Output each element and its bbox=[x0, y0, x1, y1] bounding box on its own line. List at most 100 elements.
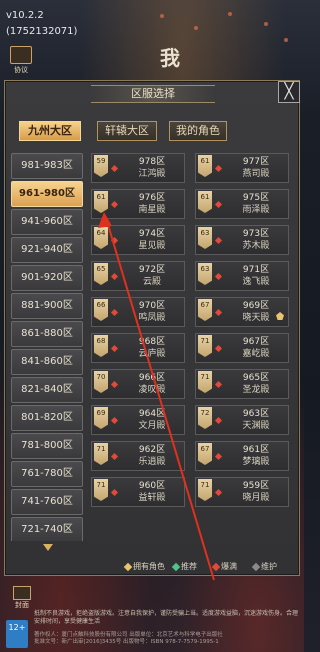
server-zone: 978区 bbox=[138, 157, 166, 167]
server-name: 益轩殿 bbox=[138, 493, 166, 503]
tab-xuanyuan-region[interactable]: 轩辕大区 bbox=[97, 121, 157, 141]
server-card[interactable]: 61 975区 雨泽殿 bbox=[195, 189, 289, 219]
legend-full: 爆满 bbox=[211, 561, 237, 572]
server-card[interactable]: 64 974区 星见殿 bbox=[91, 225, 185, 255]
server-card[interactable]: 61 977区 燕司殿 bbox=[195, 153, 289, 183]
zone-range-item[interactable]: 741-760区 bbox=[11, 489, 83, 515]
server-level-badge: 61 bbox=[94, 191, 108, 213]
legend: 拥有角色 推荐 爆满 维护 bbox=[123, 561, 295, 573]
full-status-icon bbox=[214, 452, 223, 461]
zone-range-item[interactable]: 901-920区 bbox=[11, 265, 83, 291]
full-icon bbox=[211, 562, 221, 571]
server-name: 云庐殿 bbox=[138, 349, 166, 359]
server-card[interactable]: 61 976区 南星殿 bbox=[91, 189, 185, 219]
server-name: 云殿 bbox=[142, 277, 161, 287]
server-level-badge: 61 bbox=[198, 155, 212, 177]
server-name: 苏木殿 bbox=[242, 241, 270, 251]
zone-range-item[interactable]: 781-800区 bbox=[11, 433, 83, 459]
zone-range-list[interactable]: 981-983区 961-980区 941-960区 921-940区 901-920区… bbox=[11, 153, 85, 541]
server-card[interactable]: 59 978区 江鸿殿 bbox=[91, 153, 185, 183]
server-level-badge: 71 bbox=[198, 335, 212, 357]
agreement-button[interactable]: 协议 bbox=[8, 46, 34, 74]
zone-range-item[interactable]: 861-880区 bbox=[11, 321, 83, 347]
zone-range-item[interactable]: 721-740区 bbox=[11, 517, 83, 541]
full-status-icon bbox=[214, 236, 223, 245]
tab-jiuzhou-region[interactable]: 九州大区 bbox=[19, 121, 81, 141]
server-card[interactable]: 71 965区 圣龙殿 bbox=[195, 369, 289, 399]
zone-range-item[interactable]: 821-840区 bbox=[11, 377, 83, 403]
full-status-icon bbox=[110, 344, 119, 353]
server-select-dialog: 区服选择 ╳ 九州大区 轩辕大区 我的角色 981-983区 961-980区 94… bbox=[4, 80, 300, 576]
zone-range-item[interactable]: 841-860区 bbox=[11, 349, 83, 375]
server-level-badge: 71 bbox=[94, 443, 108, 465]
server-name: 江鸿殿 bbox=[138, 169, 166, 179]
full-status-icon bbox=[110, 164, 119, 173]
server-card[interactable]: 68 968区 云庐殿 bbox=[91, 333, 185, 363]
server-card[interactable]: 65 972区 云殿 bbox=[91, 261, 185, 291]
full-status-icon bbox=[214, 416, 223, 425]
close-button[interactable]: ╳ bbox=[278, 81, 300, 103]
publisher-line: 著作权人：厦门点触科技股份有限公司 出版单位：北京艺术与科学电子出版社 bbox=[34, 632, 223, 638]
server-zone: 974区 bbox=[138, 229, 166, 239]
server-card[interactable]: 71 959区 晓月殿 bbox=[195, 477, 289, 507]
zone-range-item[interactable]: 761-780区 bbox=[11, 461, 83, 487]
server-card[interactable]: 67 961区 梦璃殿 bbox=[195, 441, 289, 471]
server-card[interactable]: 63 971区 逸飞殿 bbox=[195, 261, 289, 291]
full-status-icon bbox=[214, 164, 223, 173]
zone-range-item[interactable]: 801-820区 bbox=[11, 405, 83, 431]
server-zone: 962区 bbox=[138, 445, 166, 455]
server-name: 燕司殿 bbox=[242, 169, 270, 179]
server-card[interactable]: 66 970区 鸣凤殿 bbox=[91, 297, 185, 327]
server-name: 天渊殿 bbox=[242, 421, 270, 431]
full-status-icon bbox=[110, 272, 119, 281]
book-icon bbox=[13, 586, 31, 600]
server-zone: 960区 bbox=[138, 481, 166, 491]
server-level-badge: 71 bbox=[198, 479, 212, 501]
server-zone: 970区 bbox=[138, 301, 166, 311]
zone-range-item[interactable]: 961-980区 bbox=[11, 181, 83, 207]
owned-icon bbox=[123, 562, 133, 571]
full-status-icon bbox=[110, 416, 119, 425]
server-level-badge: 66 bbox=[94, 299, 108, 321]
server-card[interactable]: 70 966区凌叹殿 bbox=[91, 369, 185, 399]
zone-range-item[interactable]: 941-960区 bbox=[11, 209, 83, 235]
full-status-icon bbox=[214, 380, 223, 389]
server-card[interactable]: 72 963区 天渊殿 bbox=[195, 405, 289, 435]
server-level-badge: 69 bbox=[94, 407, 108, 429]
server-name: 晓天殿 bbox=[242, 313, 270, 323]
server-level-badge: 71 bbox=[198, 371, 212, 393]
server-card[interactable]: 71 962区 乐逍殿 bbox=[91, 441, 185, 471]
cover-button[interactable]: 封面 bbox=[10, 586, 34, 610]
server-card[interactable]: 71 960区 益轩殿 bbox=[91, 477, 185, 507]
version-number: v10.2.2 bbox=[6, 10, 44, 21]
server-card[interactable]: 67 969区 晓天殿 bbox=[195, 297, 289, 327]
server-zone: 975区 bbox=[242, 193, 270, 203]
server-name: 星见殿 bbox=[138, 241, 166, 251]
server-card[interactable]: 63 973区 苏木殿 bbox=[195, 225, 289, 255]
full-status-icon bbox=[214, 200, 223, 209]
tab-my-characters[interactable]: 我的角色 bbox=[169, 121, 227, 141]
server-zone: 966区 bbox=[138, 373, 166, 383]
server-card[interactable]: 69 964区 文月殿 bbox=[91, 405, 185, 435]
server-name: 凌叹殿 bbox=[138, 385, 166, 395]
server-name: 晓月殿 bbox=[242, 493, 270, 503]
server-level-badge: 68 bbox=[94, 335, 108, 357]
full-status-icon bbox=[110, 236, 119, 245]
server-name: 圣龙殿 bbox=[242, 385, 270, 395]
server-zone: 963区 bbox=[242, 409, 270, 419]
scroll-down-icon[interactable] bbox=[43, 544, 53, 551]
approval-line: 批准文号：新广出审[2016]3435号 出版物号：ISBN 978-7-757… bbox=[34, 639, 219, 645]
agreement-label: 协议 bbox=[14, 66, 28, 74]
full-status-icon bbox=[110, 488, 119, 497]
server-card[interactable]: 71 967区 嘉屹殿 bbox=[195, 333, 289, 363]
zone-range-item[interactable]: 881-900区 bbox=[11, 293, 83, 319]
recommended-icon bbox=[171, 562, 181, 571]
server-zone: 969区 bbox=[242, 301, 270, 311]
full-status-icon bbox=[110, 308, 119, 317]
zone-range-item[interactable]: 921-940区 bbox=[11, 237, 83, 263]
server-zone: 972区 bbox=[138, 265, 166, 275]
maintenance-icon bbox=[251, 562, 261, 571]
full-status-icon bbox=[110, 452, 119, 461]
server-level-badge: 70 bbox=[94, 371, 108, 393]
zone-range-item[interactable]: 981-983区 bbox=[11, 153, 83, 179]
